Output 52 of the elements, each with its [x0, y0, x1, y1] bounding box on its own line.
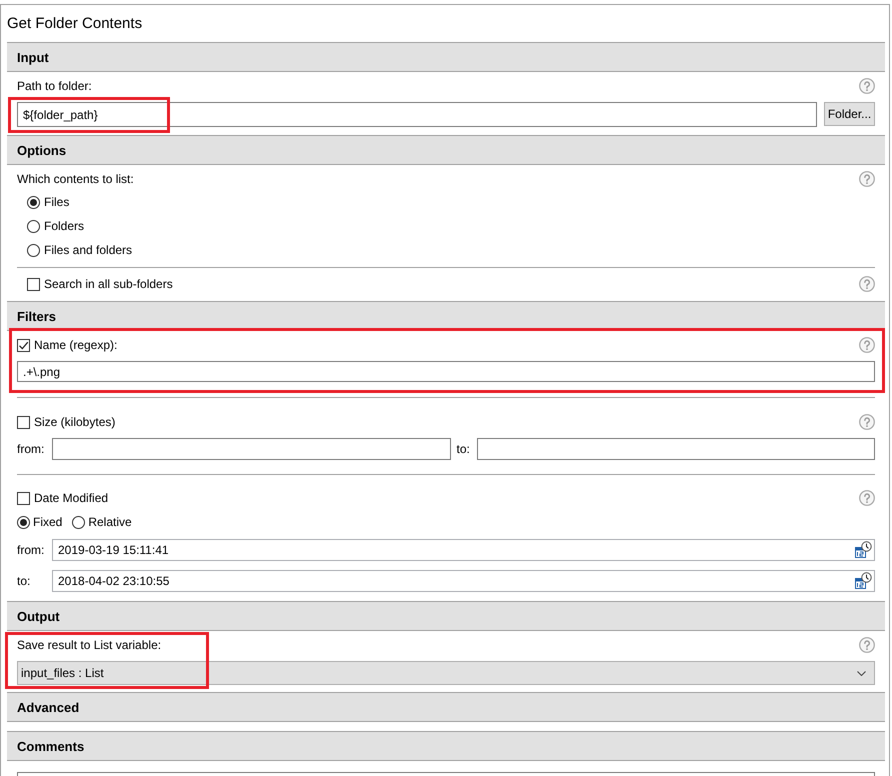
variable-dropdown[interactable]: input_files : List — [17, 661, 875, 685]
path-field[interactable]: ${folder_path} — [17, 102, 817, 127]
checkbox[interactable] — [17, 492, 30, 504]
size-to-field[interactable] — [476, 438, 875, 460]
chevron-down-icon — [857, 670, 866, 676]
help-icon[interactable] — [859, 337, 875, 353]
field-label: Path to folder: — [17, 79, 92, 93]
window-title: Get Folder Contents — [7, 14, 144, 34]
help-icon[interactable] — [859, 78, 875, 94]
radio-label: Relative — [88, 515, 132, 529]
comments-field[interactable] — [17, 772, 875, 776]
checkbox-label: Name (regexp): — [34, 338, 118, 352]
help-icon[interactable] — [859, 276, 875, 292]
checkmark-icon — [18, 340, 29, 350]
radio-label: Files and folders — [44, 243, 132, 257]
date-field[interactable]: 2019-03-19 15:11:41 — [52, 539, 875, 561]
field-label: to: — [456, 442, 471, 456]
radio-button[interactable] — [17, 516, 30, 528]
section-header[interactable]: Comments — [7, 731, 885, 761]
help-icon[interactable] — [859, 490, 875, 506]
checkbox-label: Date Modified — [34, 491, 108, 505]
help-icon[interactable] — [859, 637, 875, 653]
radio-button[interactable] — [72, 516, 86, 528]
radio-button[interactable] — [27, 220, 40, 232]
checkbox[interactable] — [17, 338, 30, 352]
section-header[interactable]: Advanced — [7, 692, 885, 722]
radio-label: Fixed — [33, 515, 62, 529]
section-header[interactable]: Output — [7, 601, 885, 631]
checkbox-label: Search in all sub-folders — [44, 277, 173, 291]
checkbox[interactable] — [17, 416, 30, 428]
radio-label: Files — [44, 195, 70, 209]
folder-button[interactable]: Folder... — [824, 102, 875, 126]
field-label: from: — [17, 543, 46, 557]
checkbox[interactable] — [27, 278, 40, 290]
calendar-clock-icon[interactable] — [854, 572, 872, 590]
help-icon[interactable] — [859, 171, 875, 187]
size-from-field[interactable] — [52, 438, 450, 460]
checkbox-label: Size (kilobytes) — [34, 415, 116, 429]
date-field[interactable]: 2018-04-02 23:10:55 — [52, 570, 875, 592]
help-icon[interactable] — [859, 414, 875, 430]
section-header[interactable]: Input — [7, 42, 885, 72]
field-label: from: — [17, 442, 46, 456]
field-label: Which contents to list: — [17, 172, 134, 186]
radio-label: Folders — [44, 219, 84, 233]
field-label: to: — [17, 574, 32, 588]
radio-button[interactable] — [27, 244, 40, 256]
section-header[interactable]: Filters — [7, 301, 885, 331]
field-label: Save result to List variable: — [17, 638, 162, 652]
section-header[interactable]: Options — [7, 135, 885, 165]
calendar-clock-icon[interactable] — [854, 541, 872, 559]
regexp-field[interactable]: .+\.png — [17, 361, 875, 382]
radio-button[interactable] — [27, 196, 40, 208]
